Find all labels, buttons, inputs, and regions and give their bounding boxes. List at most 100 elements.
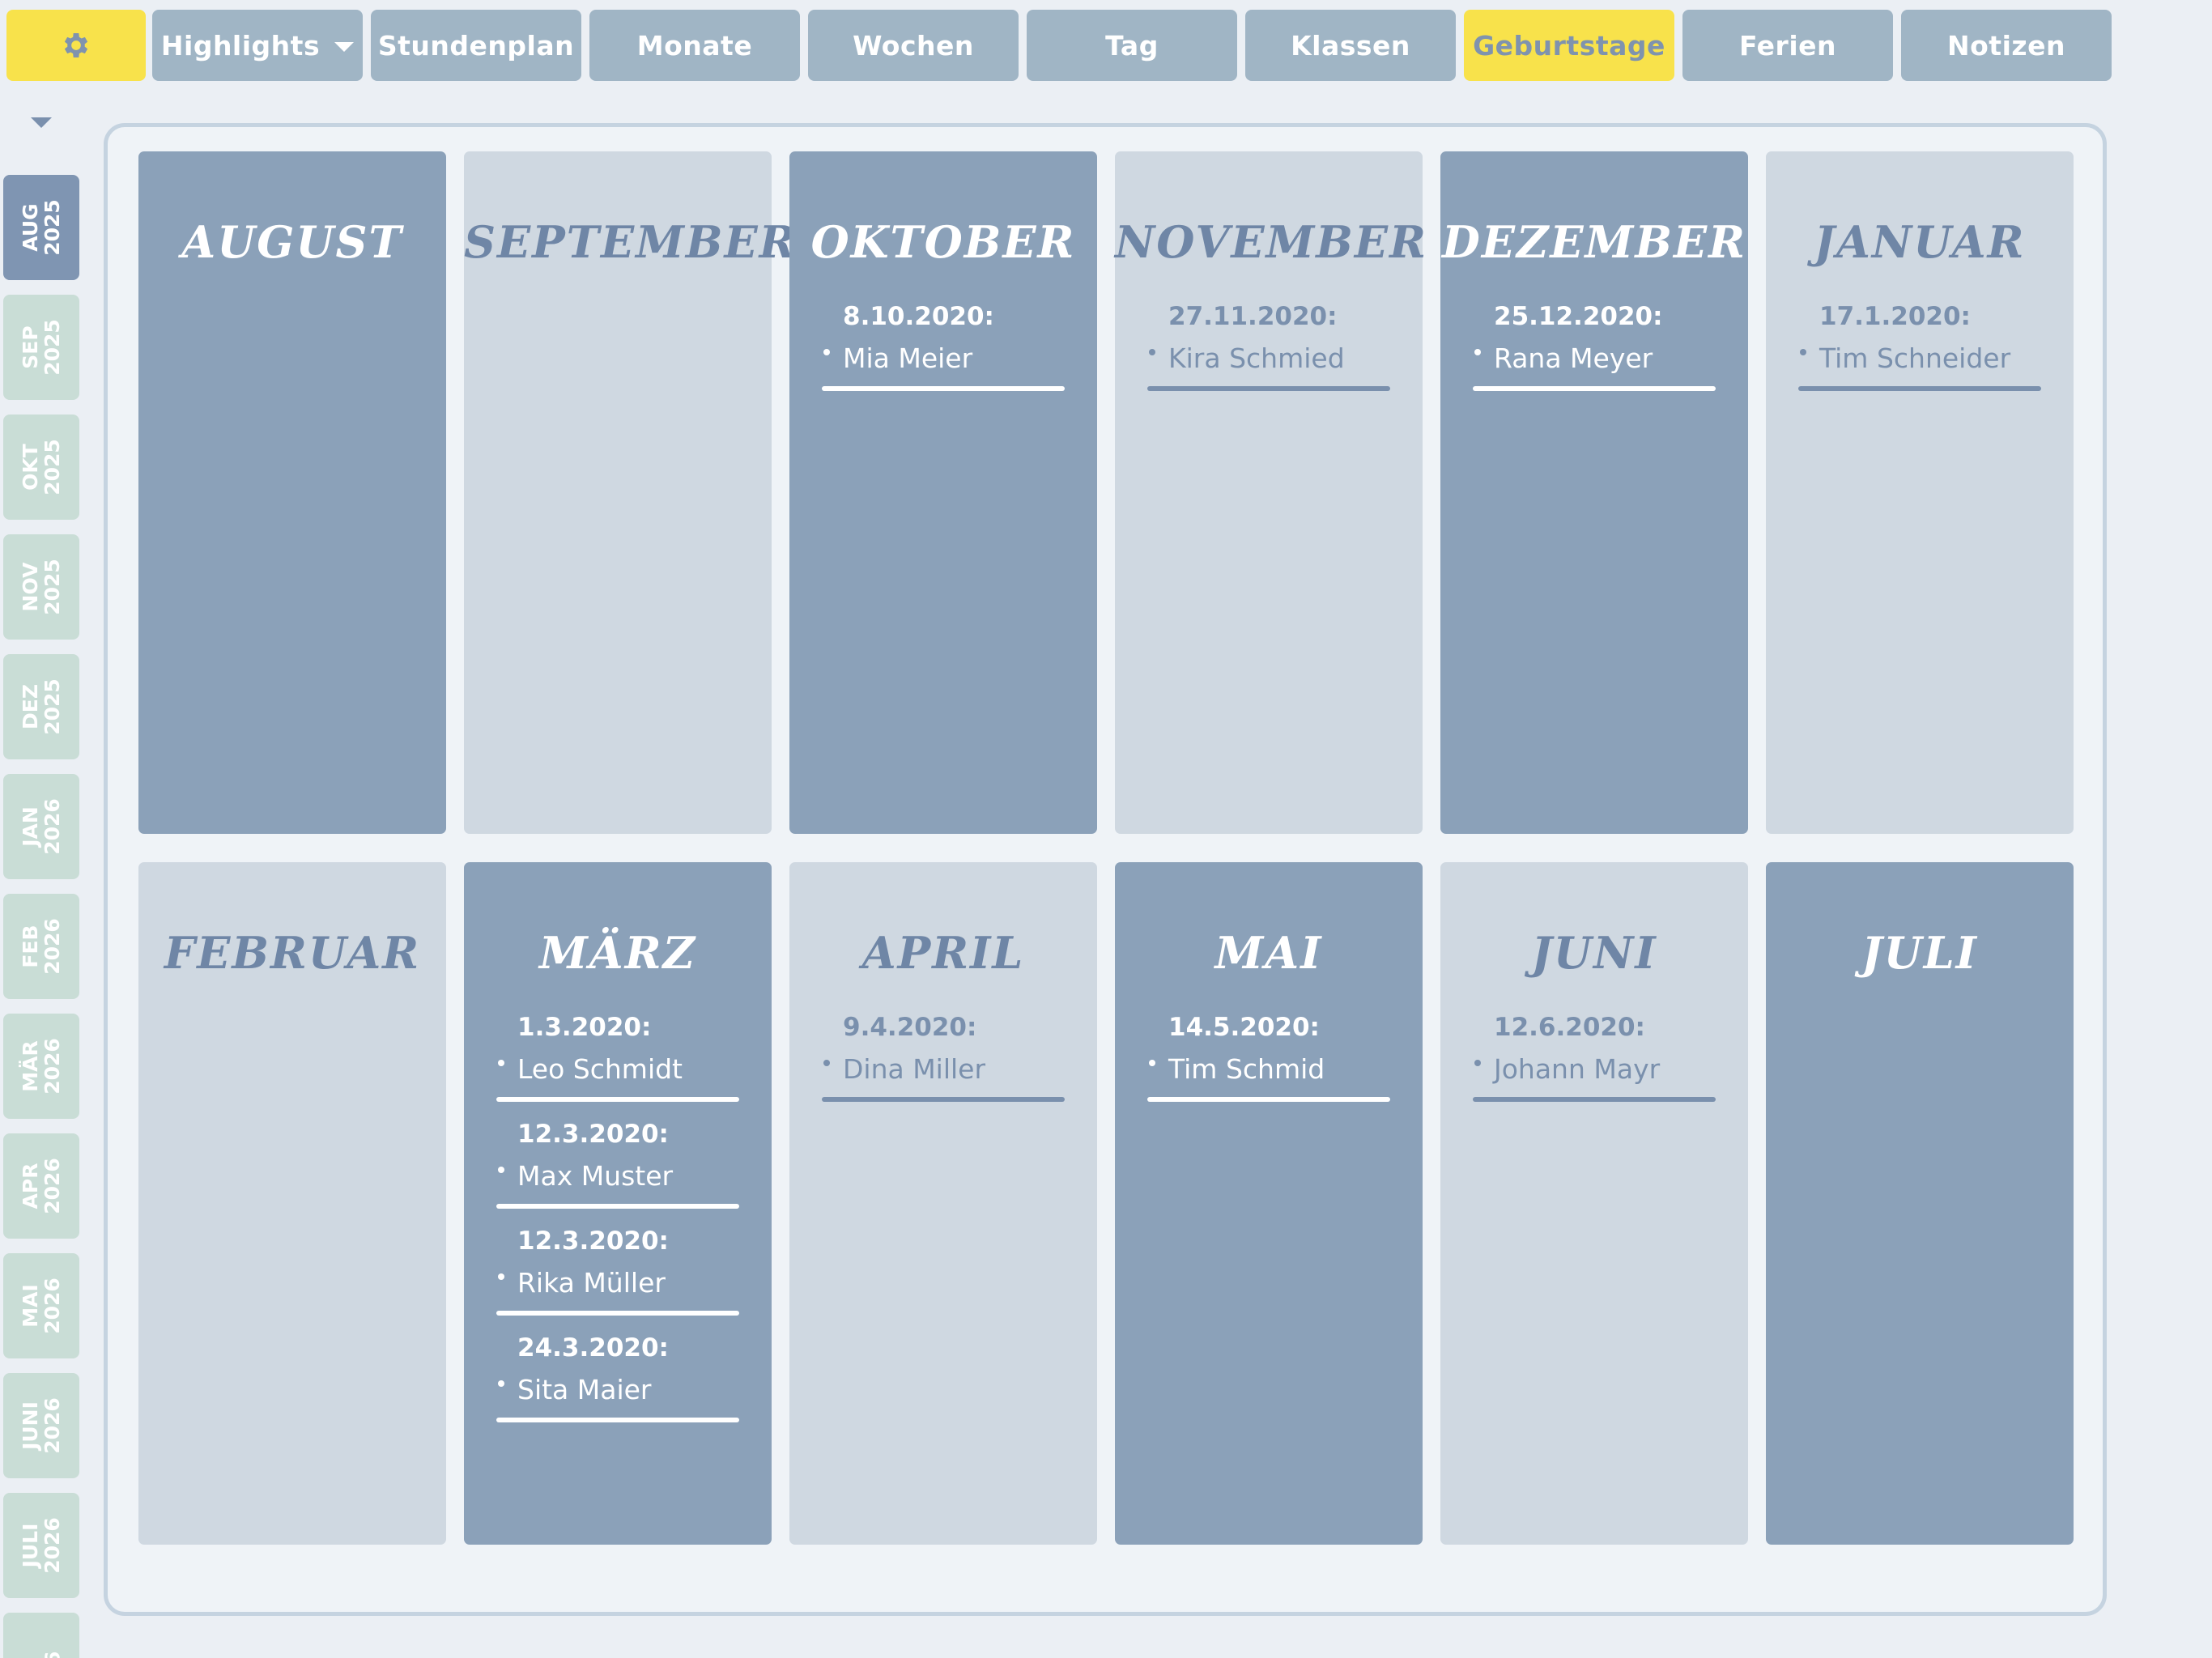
birthday-name: Rana Meyer — [1494, 342, 1653, 374]
bullet-icon — [1474, 349, 1481, 355]
entry-divider — [496, 1418, 739, 1422]
entry-divider — [1473, 386, 1716, 391]
birthday-entry[interactable]: 12.3.2020: Rika Müller — [496, 1220, 739, 1327]
sidebar-month-label: AUG 2025 — [19, 199, 64, 256]
birthday-entry[interactable]: 25.12.2020: Rana Meyer — [1473, 295, 1716, 402]
sidebar-month-tab[interactable]: NOV 2025 — [3, 534, 79, 640]
tab-monate-label: Monate — [636, 29, 753, 62]
birthday-date: 17.1.2020: — [1819, 302, 1971, 331]
tab-geburtstage-label: Geburtstage — [1473, 29, 1665, 62]
sidebar-month-year: 2025 — [40, 559, 64, 615]
month-column: DEZEMBER 25.12.2020: Rana Meyer — [1440, 151, 1748, 834]
month-title: OKTOBER — [810, 216, 1076, 268]
sidebar-month-tab[interactable]: MAI 2026 — [3, 1253, 79, 1358]
month-title: JULI — [1861, 927, 1978, 979]
birthday-entry[interactable]: 12.6.2020: Johann Mayr — [1473, 1006, 1716, 1113]
birthday-year-panel: AUGUST SEPTEMBER OKTOBER 8.10.2020: Mia Meie… — [104, 123, 2107, 1616]
highlights-dropdown[interactable]: Highlights — [152, 10, 363, 81]
sidebar-month-year: 2026 — [40, 1158, 64, 1214]
sidebar-month-tab[interactable]: JUNI 2026 — [3, 1373, 79, 1478]
entry-divider — [1147, 1097, 1390, 1102]
birthday-list: 14.5.2020: Tim Schmid — [1147, 1006, 1390, 1113]
sidebar-month-year: 26 — [40, 1652, 64, 1658]
birthday-name: Max Muster — [517, 1160, 674, 1192]
birthday-entry[interactable]: 14.5.2020: Tim Schmid — [1147, 1006, 1390, 1113]
birthday-name: Tim Schneider — [1819, 342, 2011, 374]
birthday-entry[interactable]: 8.10.2020: Mia Meier — [822, 295, 1065, 402]
birthday-entry[interactable]: 27.11.2020: Kira Schmied — [1147, 295, 1390, 402]
tab-ferien[interactable]: Ferien — [1682, 10, 1893, 81]
birthday-entry[interactable]: 17.1.2020: Tim Schneider — [1798, 295, 2041, 402]
sidebar-month-tab[interactable]: AUG 2025 — [3, 175, 79, 280]
settings-button[interactable] — [6, 10, 146, 81]
tab-wochen[interactable]: Wochen — [808, 10, 1019, 81]
sidebar-month-label: FEB 2026 — [19, 918, 64, 975]
tab-monate[interactable]: Monate — [589, 10, 800, 81]
sidebar-month-year: 2026 — [40, 1517, 64, 1574]
sidebar-month-tab[interactable]: SEP 2025 — [3, 295, 79, 400]
month-title: JUNI — [1531, 927, 1657, 979]
sidebar-month-tab[interactable]: MÄR 2026 — [3, 1014, 79, 1119]
sidebar-month-label: MÄR 2026 — [19, 1038, 64, 1095]
bullet-icon — [1800, 349, 1806, 355]
month-title: MÄRZ — [539, 927, 696, 979]
sidebar-month-year: 2026 — [40, 918, 64, 975]
month-column: FEBRUAR — [138, 862, 446, 1545]
bullet-icon — [498, 1060, 504, 1066]
birthday-entry[interactable]: 24.3.2020: Sita Maier — [496, 1327, 739, 1434]
sidebar-month-name: JULI — [19, 1523, 42, 1568]
birthday-list: 9.4.2020: Dina Miller — [822, 1006, 1065, 1113]
tab-tag[interactable]: Tag — [1027, 10, 1237, 81]
birthday-name: Tim Schmid — [1168, 1053, 1325, 1085]
month-column: SEPTEMBER — [464, 151, 798, 834]
birthday-date: 12.6.2020: — [1494, 1013, 1645, 1042]
tab-klassen[interactable]: Klassen — [1245, 10, 1456, 81]
sidebar-month-label: JAN 2026 — [19, 798, 64, 855]
tab-notizen-label: Notizen — [1947, 29, 2065, 62]
sidebar-month-name: AUG — [19, 203, 42, 252]
sidebar-month-label: JULI 2026 — [19, 1517, 64, 1574]
birthday-entry[interactable]: 1.3.2020: Leo Schmidt — [496, 1006, 739, 1113]
birthday-list: 27.11.2020: Kira Schmied — [1147, 295, 1390, 402]
month-column: MÄRZ 1.3.2020: Leo Schmidt 12.3.2020: Max Mu… — [464, 862, 772, 1545]
tab-notizen[interactable]: Notizen — [1901, 10, 2112, 81]
sidebar-month-label: DEZ 2025 — [19, 678, 64, 735]
tab-klassen-label: Klassen — [1291, 29, 1410, 62]
sidebar-month-year: 2026 — [40, 1397, 64, 1454]
sidebar-month-tab[interactable]: JULI 2026 — [3, 1493, 79, 1598]
sidebar-month-label: JUNI 2026 — [19, 1397, 64, 1454]
sidebar-month-year: 2026 — [40, 798, 64, 855]
tab-tag-label: Tag — [1105, 29, 1159, 62]
entry-divider — [1798, 386, 2041, 391]
sidebar-month-tab[interactable]: JAN 2026 — [3, 774, 79, 879]
bullet-icon — [823, 1060, 830, 1066]
sidebar-scroll-up-icon[interactable] — [31, 117, 52, 128]
month-column: MAI 14.5.2020: Tim Schmid — [1115, 862, 1423, 1545]
sidebar-month-tab[interactable]: OKT 2025 — [3, 414, 79, 520]
sidebar-month-name: APR — [19, 1163, 42, 1209]
birthday-entry[interactable]: 12.3.2020: Max Muster — [496, 1113, 739, 1220]
month-title: DEZEMBER — [1441, 216, 1747, 268]
sidebar-month-tab[interactable]: FEB 2026 — [3, 894, 79, 999]
tab-geburtstage[interactable]: Geburtstage — [1464, 10, 1674, 81]
birthday-date: 25.12.2020: — [1494, 302, 1663, 331]
month-title: SEPTEMBER — [464, 216, 798, 268]
month-column: JANUAR 17.1.2020: Tim Schneider — [1766, 151, 2074, 834]
birthday-name: Mia Meier — [843, 342, 973, 374]
sidebar-month-year: 2026 — [40, 1038, 64, 1095]
birthday-entry[interactable]: 9.4.2020: Dina Miller — [822, 1006, 1065, 1113]
month-column: JUNI 12.6.2020: Johann Mayr — [1440, 862, 1748, 1545]
sidebar-month-label: NOV 2025 — [19, 559, 64, 615]
month-column: APRIL 9.4.2020: Dina Miller — [789, 862, 1097, 1545]
sidebar-month-year: 2025 — [40, 199, 64, 256]
sidebar-month-tab[interactable]: APR 2026 — [3, 1133, 79, 1239]
sidebar-month-year: 2025 — [40, 319, 64, 376]
sidebar-month-label: MAI 2026 — [19, 1278, 64, 1334]
birthday-name: Leo Schmidt — [517, 1053, 683, 1085]
sidebar-month-tab[interactable]: DEZ 2025 — [3, 654, 79, 759]
month-column: NOVEMBER 27.11.2020: Kira Schmied — [1115, 151, 1427, 834]
sidebar-month-tab[interactable]: G26 — [3, 1613, 79, 1658]
month-title: NOVEMBER — [1115, 216, 1427, 268]
tab-stundenplan[interactable]: Stundenplan — [371, 10, 581, 81]
bullet-icon — [823, 349, 830, 355]
